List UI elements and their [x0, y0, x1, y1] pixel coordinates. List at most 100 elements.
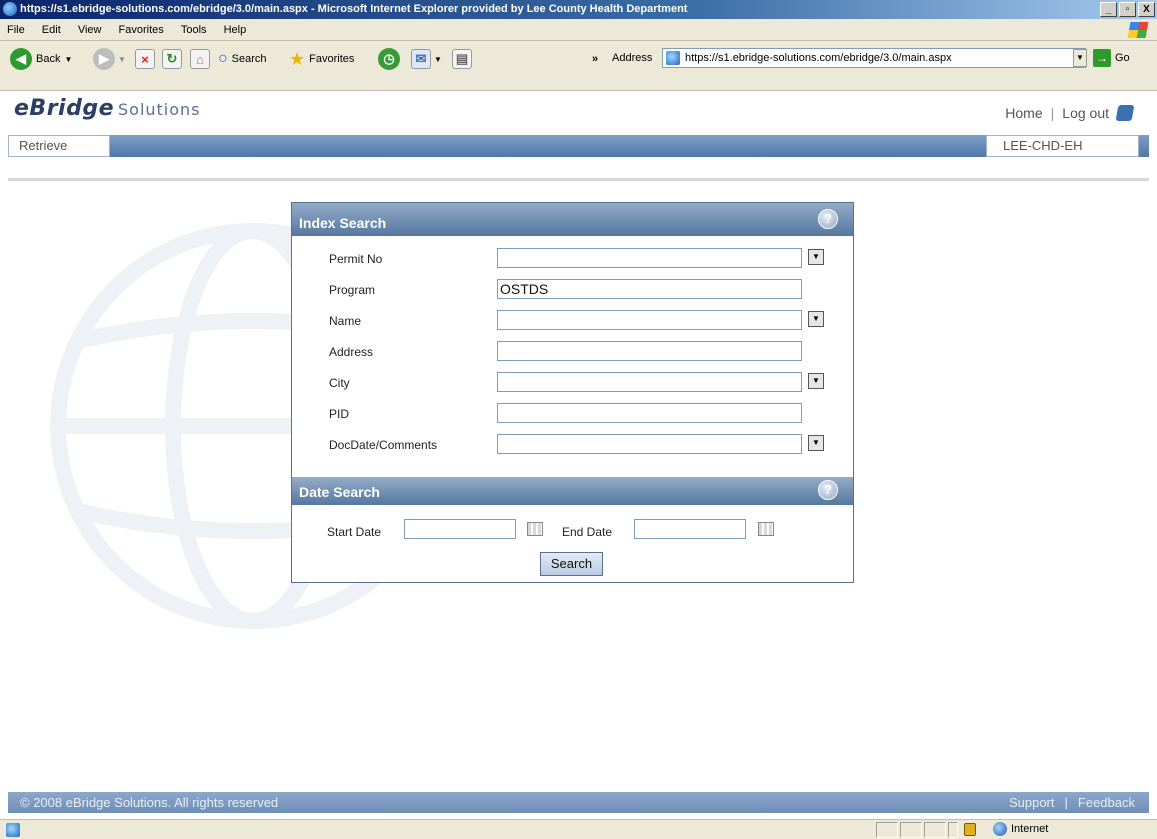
menu-tools[interactable]: Tools [181, 24, 207, 36]
city-input[interactable] [497, 372, 802, 392]
main-content: Index Search ? Permit No ▼ Program OSTDS… [8, 181, 1149, 791]
nav-bar: Retrieve LEE-CHD-EH [8, 135, 1149, 157]
field-name: Name ▼ [292, 310, 853, 332]
status-cell [924, 822, 946, 838]
security-zone: Internet [993, 822, 1048, 836]
favorites-button[interactable]: ★ Favorites [289, 47, 354, 71]
mail-dropdown-icon: ▼ [434, 54, 442, 64]
footer-separator: | [1064, 795, 1068, 810]
menu-favorites[interactable]: Favorites [119, 24, 164, 36]
refresh-button[interactable]: ↻ [162, 47, 182, 71]
window-controls: _ ▫ X [1100, 2, 1155, 17]
address-value: https://s1.ebridge-solutions.com/ebridge… [685, 52, 952, 64]
index-search-title: Index Search [299, 215, 387, 231]
copyright-text: © 2008 eBridge Solutions. All rights res… [20, 795, 279, 810]
home-button[interactable]: ⌂ [190, 47, 210, 71]
address-input[interactable] [497, 341, 802, 361]
print-button[interactable]: ▤ [452, 47, 472, 71]
history-button[interactable]: ◷ [378, 47, 400, 71]
back-button[interactable]: ◀ Back ▼ [10, 47, 72, 71]
mail-icon: ✉ [411, 49, 431, 69]
address-dropdown-icon[interactable]: ▼ [1073, 49, 1087, 67]
page-footer: © 2008 eBridge Solutions. All rights res… [8, 792, 1149, 813]
internet-zone-icon [993, 822, 1007, 836]
toolbar-chevron[interactable]: » [592, 47, 598, 71]
brand-sub: Solutions [118, 100, 201, 119]
pid-input[interactable] [497, 403, 802, 423]
user-account-label: LEE-CHD-EH [986, 135, 1139, 157]
search-button-browser[interactable]: ○ Search [218, 47, 267, 71]
help-icon[interactable]: ? [818, 480, 838, 500]
zone-label: Internet [1011, 823, 1049, 835]
menu-help[interactable]: Help [224, 24, 247, 36]
maximize-button[interactable]: ▫ [1119, 2, 1136, 17]
permit-no-dropdown-icon[interactable]: ▼ [808, 249, 824, 265]
search-button[interactable]: Search [540, 552, 603, 576]
field-label: City [329, 376, 350, 390]
end-date-input[interactable] [634, 519, 746, 539]
program-input[interactable]: OSTDS [497, 279, 802, 299]
date-search-title: Date Search [299, 484, 380, 500]
menu-file[interactable]: File [7, 24, 25, 36]
date-range-row: Start Date End Date [292, 519, 853, 541]
field-docdate-comments: DocDate/Comments ▼ [292, 434, 853, 456]
help-icon[interactable]: ? [818, 209, 838, 229]
refresh-icon: ↻ [162, 49, 182, 69]
browser-toolbar: ◀ Back ▼ ▶ ▼ × ↻ ⌂ ○ Search ★ Favorites … [0, 41, 1157, 91]
field-program: Program OSTDS [292, 279, 853, 301]
docdate-comments-input[interactable] [497, 434, 802, 454]
feedback-link[interactable]: Feedback [1078, 792, 1135, 813]
field-address: Address [292, 341, 853, 363]
page-status-icon [6, 823, 20, 837]
lock-icon [964, 823, 976, 836]
go-button[interactable]: → Go [1093, 49, 1130, 67]
menu-edit[interactable]: Edit [42, 24, 61, 36]
docdate-comments-dropdown-icon[interactable]: ▼ [808, 435, 824, 451]
header-separator: | [1050, 105, 1055, 121]
footer-links: Support | Feedback [1009, 792, 1135, 813]
forward-arrow-icon: ▶ [93, 48, 115, 70]
minimize-button[interactable]: _ [1100, 2, 1117, 17]
history-icon: ◷ [378, 48, 400, 70]
status-bar: Internet [0, 819, 1157, 839]
start-calendar-icon[interactable] [527, 522, 543, 536]
home-icon: ⌂ [190, 49, 210, 69]
start-date-label: Start Date [327, 525, 382, 539]
header-links: Home | Log out [1005, 105, 1135, 121]
index-search-header: Index Search ? [292, 203, 853, 236]
stop-icon: × [135, 49, 155, 69]
search-panel: Index Search ? Permit No ▼ Program OSTDS… [291, 202, 854, 583]
go-label: Go [1115, 52, 1130, 64]
forward-dropdown-icon: ▼ [118, 54, 126, 64]
permit-no-input[interactable] [497, 248, 802, 268]
support-link[interactable]: Support [1009, 792, 1055, 813]
forward-button[interactable]: ▶ ▼ [93, 47, 126, 71]
address-label: Address [612, 52, 653, 64]
back-arrow-icon: ◀ [10, 48, 32, 70]
field-pid: PID [292, 403, 853, 425]
close-button[interactable]: X [1138, 2, 1155, 17]
field-label: Address [329, 345, 374, 359]
logout-icon[interactable] [1115, 105, 1135, 121]
menu-bar: File Edit View Favorites Tools Help [0, 19, 1157, 41]
brand-logo: eBridge Solutions [14, 96, 201, 121]
brand-name: eBridge [14, 96, 114, 121]
mail-button[interactable]: ✉ ▼ [411, 47, 442, 71]
end-calendar-icon[interactable] [758, 522, 774, 536]
back-label: Back [36, 53, 61, 65]
address-bar[interactable]: https://s1.ebridge-solutions.com/ebridge… [662, 48, 1086, 68]
menu-view[interactable]: View [78, 24, 102, 36]
name-dropdown-icon[interactable]: ▼ [808, 311, 824, 327]
status-cell [948, 822, 958, 838]
name-input[interactable] [497, 310, 802, 330]
go-arrow-icon: → [1093, 49, 1111, 67]
favorites-label: Favorites [309, 53, 355, 65]
tab-retrieve[interactable]: Retrieve [8, 135, 110, 157]
home-link[interactable]: Home [1005, 105, 1042, 121]
city-dropdown-icon[interactable]: ▼ [808, 373, 824, 389]
start-date-input[interactable] [404, 519, 516, 539]
field-label: PID [329, 407, 350, 421]
stop-button[interactable]: × [135, 47, 155, 71]
logout-link[interactable]: Log out [1062, 105, 1109, 121]
windows-logo-icon [1127, 22, 1149, 38]
